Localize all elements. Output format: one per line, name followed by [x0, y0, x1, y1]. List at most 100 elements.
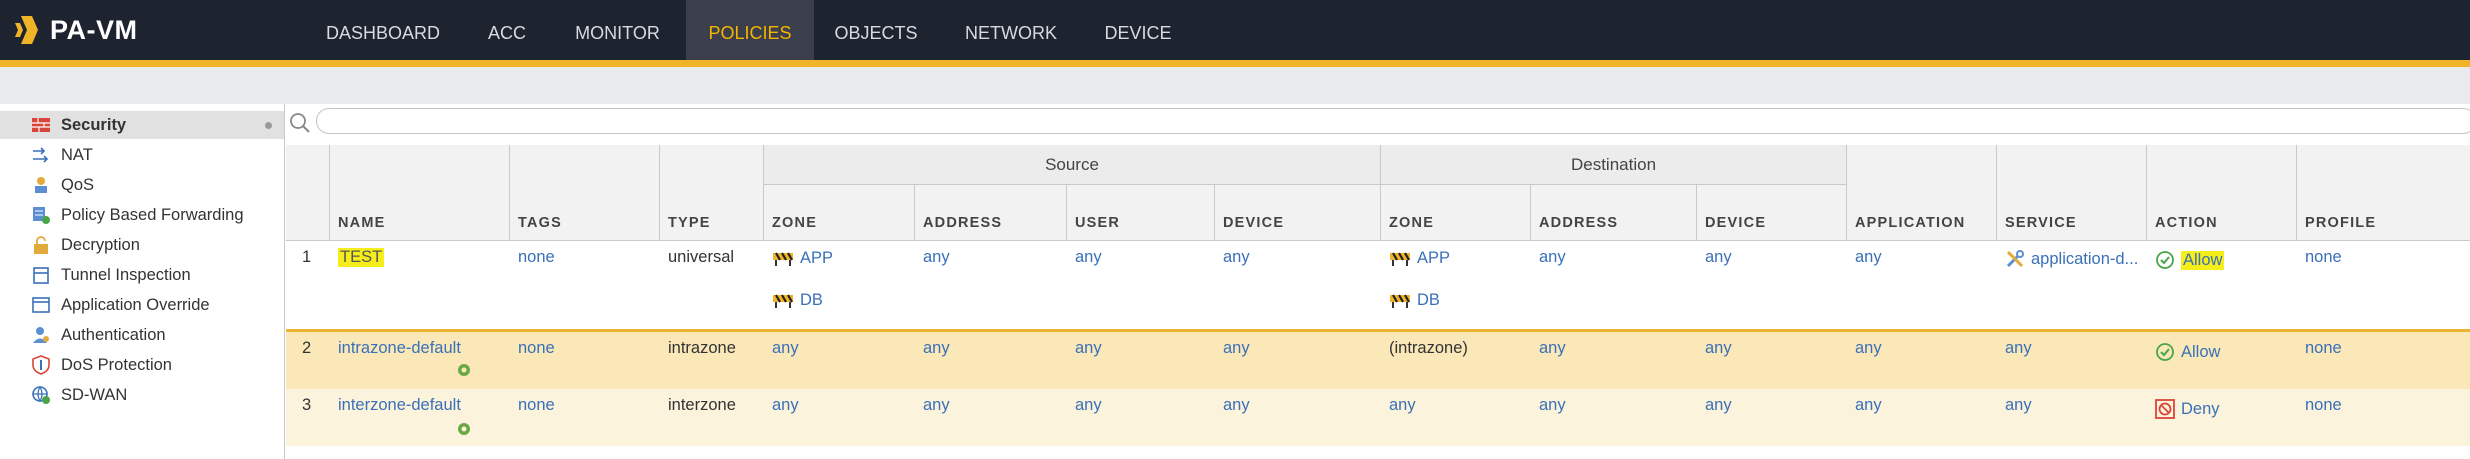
- source-zone-app[interactable]: APP: [772, 249, 833, 268]
- filter-bar: [286, 106, 2470, 140]
- app-title: PA-VM: [50, 14, 138, 45]
- allow-check-icon: [2156, 343, 2174, 361]
- search-icon[interactable]: [288, 111, 312, 135]
- sidebar-item-decryption[interactable]: Decryption: [0, 231, 284, 259]
- action-deny[interactable]: Deny: [2155, 399, 2220, 419]
- table-row[interactable]: 2 intrazone-default none intrazone any a…: [286, 332, 2470, 389]
- destination-zone[interactable]: any: [1389, 396, 1416, 415]
- table-row[interactable]: 3 interzone-default none interzone any a…: [286, 389, 2470, 446]
- allow-check-icon: [2156, 251, 2174, 269]
- header-application[interactable]: APPLICATION: [1847, 145, 1997, 241]
- sidebar-item-security[interactable]: Security: [0, 111, 284, 139]
- rule-tags[interactable]: none: [518, 248, 555, 267]
- application[interactable]: any: [1855, 396, 1882, 415]
- application[interactable]: any: [1855, 339, 1882, 358]
- sidebar-item-sdwan[interactable]: SD-WAN: [0, 381, 284, 409]
- profile[interactable]: none: [2305, 248, 2342, 267]
- profile[interactable]: none: [2305, 339, 2342, 358]
- header-action[interactable]: ACTION: [2147, 145, 2297, 241]
- destination-address[interactable]: any: [1539, 248, 1566, 267]
- sidebar-item-pbf[interactable]: Policy Based Forwarding: [0, 201, 284, 229]
- service[interactable]: any: [2005, 339, 2032, 358]
- header-name[interactable]: NAME: [330, 145, 510, 241]
- header-destination-zone[interactable]: ZONE: [1381, 185, 1531, 241]
- security-rules-icon: [31, 115, 51, 135]
- source-user[interactable]: any: [1075, 248, 1102, 267]
- sidebar-item-app-override[interactable]: Application Override: [0, 291, 284, 319]
- tab-network[interactable]: NETWORK: [952, 0, 1070, 60]
- sidebar-item-label: Authentication: [61, 325, 166, 344]
- header-destination-address[interactable]: ADDRESS: [1531, 185, 1697, 241]
- nat-icon: [31, 145, 51, 165]
- tab-objects[interactable]: OBJECTS: [826, 0, 926, 60]
- header-source-address[interactable]: ADDRESS: [915, 185, 1067, 241]
- rule-tags[interactable]: none: [518, 339, 555, 358]
- source-zone-db[interactable]: DB: [772, 291, 823, 310]
- dos-shield-icon: [31, 355, 51, 375]
- source-user[interactable]: any: [1075, 396, 1102, 415]
- rule-name[interactable]: TEST: [338, 248, 385, 267]
- header-source-user[interactable]: USER: [1067, 185, 1215, 241]
- source-device[interactable]: any: [1223, 248, 1250, 267]
- rule-tags[interactable]: none: [518, 396, 555, 415]
- sidebar-item-nat[interactable]: NAT: [0, 141, 284, 169]
- service[interactable]: application-d...: [2005, 249, 2138, 269]
- profile[interactable]: none: [2305, 396, 2342, 415]
- rule-name[interactable]: interzone-default: [338, 396, 461, 415]
- tab-monitor[interactable]: MONITOR: [560, 0, 675, 60]
- destination-zone[interactable]: (intrazone): [1389, 339, 1468, 358]
- sidebar-item-tunnel-inspection[interactable]: Tunnel Inspection: [0, 261, 284, 289]
- rule-type: intrazone: [668, 339, 736, 357]
- header-source-device[interactable]: DEVICE: [1215, 185, 1381, 241]
- source-zone[interactable]: any: [772, 396, 799, 415]
- header-group-source: Source: [764, 145, 1381, 185]
- source-address[interactable]: any: [923, 339, 950, 358]
- sidebar-item-label: Tunnel Inspection: [61, 265, 191, 284]
- sidebar-item-authentication[interactable]: Authentication: [0, 321, 284, 349]
- header-source-zone[interactable]: ZONE: [764, 185, 915, 241]
- source-zone[interactable]: any: [772, 339, 799, 358]
- application[interactable]: any: [1855, 248, 1882, 267]
- destination-zone-db[interactable]: DB: [1389, 291, 1440, 310]
- sdwan-globe-icon: [31, 385, 51, 405]
- header-service[interactable]: SERVICE: [1997, 145, 2147, 241]
- zone-barrier-icon: [773, 293, 793, 308]
- zone-barrier-icon: [1390, 251, 1410, 266]
- security-rules-table: NAME TAGS TYPE Source ZONE ADDRESS USER …: [286, 145, 2470, 446]
- tab-device[interactable]: DEVICE: [1096, 0, 1180, 60]
- destination-address[interactable]: any: [1539, 339, 1566, 358]
- deny-block-icon: [2155, 399, 2175, 419]
- pbf-icon: [31, 205, 51, 225]
- service[interactable]: any: [2005, 396, 2032, 415]
- search-input[interactable]: [316, 108, 2470, 134]
- destination-zone-app[interactable]: APP: [1389, 249, 1450, 268]
- action-allow[interactable]: Allow: [2155, 342, 2220, 362]
- source-address[interactable]: any: [923, 396, 950, 415]
- rule-number: 2: [302, 339, 312, 357]
- header-destination-device[interactable]: DEVICE: [1697, 185, 1847, 241]
- sidebar-item-qos[interactable]: QoS: [0, 171, 284, 199]
- destination-device[interactable]: any: [1705, 339, 1732, 358]
- source-user[interactable]: any: [1075, 339, 1102, 358]
- tab-dashboard[interactable]: DASHBOARD: [312, 0, 454, 60]
- source-device[interactable]: any: [1223, 396, 1250, 415]
- sidebar-item-label: DoS Protection: [61, 355, 172, 374]
- header-tags[interactable]: TAGS: [510, 145, 660, 241]
- destination-address[interactable]: any: [1539, 396, 1566, 415]
- source-address[interactable]: any: [923, 248, 950, 267]
- tab-acc[interactable]: ACC: [476, 0, 538, 60]
- table-row[interactable]: 1 TEST none universal APP DB any any any…: [286, 241, 2470, 332]
- tunnel-inspection-icon: [31, 265, 51, 285]
- sidebar-item-dos-protection[interactable]: DoS Protection: [0, 351, 284, 379]
- header-type[interactable]: TYPE: [660, 145, 764, 241]
- action-allow[interactable]: Allow: [2155, 250, 2225, 270]
- source-device[interactable]: any: [1223, 339, 1250, 358]
- destination-device[interactable]: any: [1705, 248, 1732, 267]
- header-profile[interactable]: PROFILE: [2297, 145, 2470, 241]
- tab-policies[interactable]: POLICIES: [686, 0, 814, 60]
- destination-device[interactable]: any: [1705, 396, 1732, 415]
- rule-name[interactable]: intrazone-default: [338, 339, 461, 358]
- rule-number: 1: [302, 248, 312, 266]
- header-rownum: [286, 145, 330, 241]
- override-gear-icon: [458, 364, 470, 376]
